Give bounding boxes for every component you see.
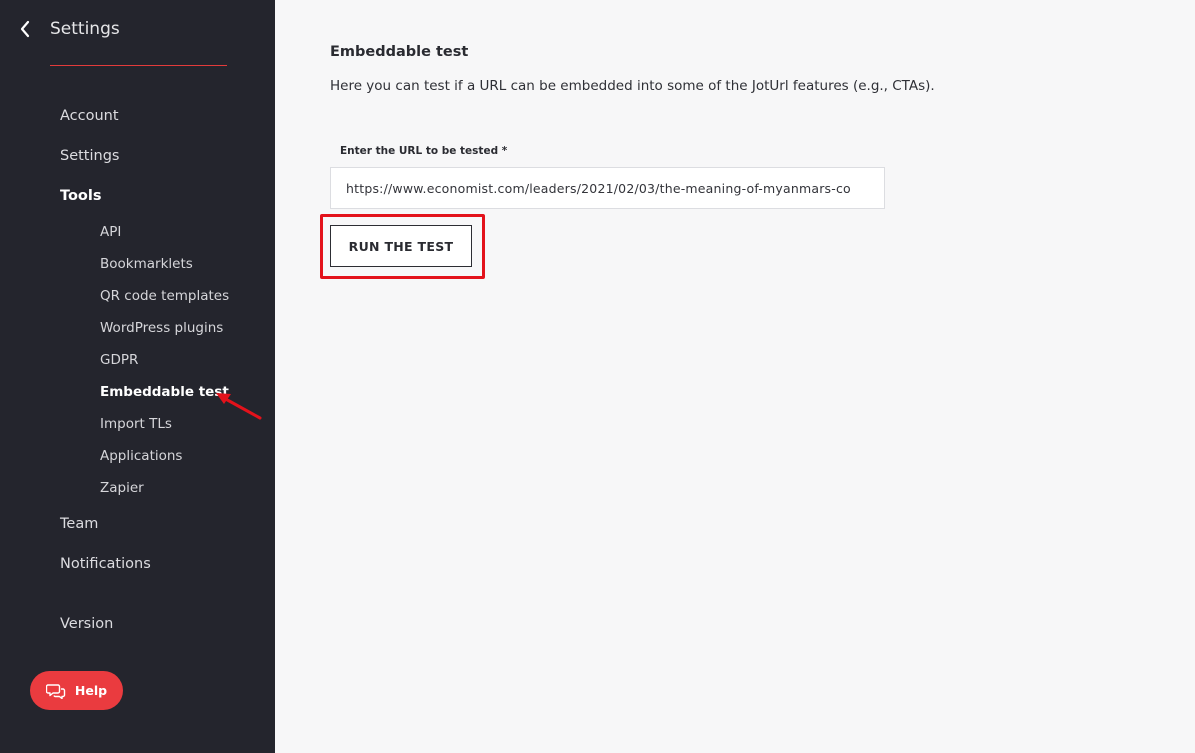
sub-item-applications[interactable]: Applications	[100, 448, 182, 464]
sidebar: Settings Account Settings Tools API Book…	[0, 0, 275, 753]
help-label: Help	[74, 683, 108, 698]
sub-item-import-tls[interactable]: Import TLs	[100, 416, 172, 432]
nav-item-tools[interactable]: Tools	[60, 188, 102, 204]
main-content: Embeddable test Here you can test if a U…	[275, 0, 1195, 753]
url-input[interactable]	[330, 167, 885, 209]
settings-title: Settings	[50, 19, 120, 39]
page-title: Embeddable test	[330, 44, 469, 60]
nav-item-notifications[interactable]: Notifications	[60, 556, 151, 572]
sub-item-api[interactable]: API	[100, 224, 121, 240]
settings-header: Settings	[18, 16, 120, 42]
page-description: Here you can test if a URL can be embedd…	[330, 78, 935, 94]
nav-item-settings[interactable]: Settings	[60, 148, 119, 164]
chevron-left-icon[interactable]	[18, 16, 32, 42]
nav-item-team[interactable]: Team	[60, 516, 98, 532]
sub-item-bookmarklets[interactable]: Bookmarklets	[100, 256, 193, 272]
sub-item-wordpress-plugins[interactable]: WordPress plugins	[100, 320, 223, 336]
sub-item-gdpr[interactable]: GDPR	[100, 352, 138, 368]
sub-item-zapier[interactable]: Zapier	[100, 480, 144, 496]
sub-item-embeddable-test[interactable]: Embeddable test	[100, 384, 229, 400]
title-underline	[50, 65, 227, 66]
url-field-label: Enter the URL to be tested *	[340, 145, 508, 157]
help-button[interactable]: Help	[30, 671, 123, 710]
nav-item-version[interactable]: Version	[60, 616, 113, 632]
nav-item-account[interactable]: Account	[60, 108, 119, 124]
chat-bubbles-icon	[45, 683, 66, 699]
sub-item-qr-code-templates[interactable]: QR code templates	[100, 288, 229, 304]
run-test-button[interactable]: RUN THE TEST	[330, 225, 472, 267]
